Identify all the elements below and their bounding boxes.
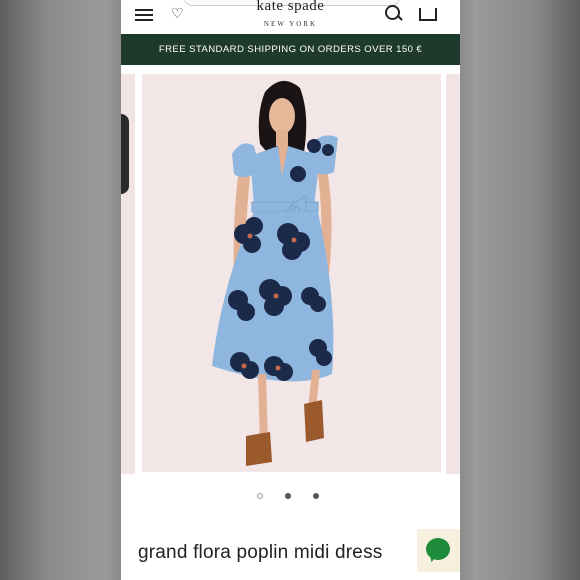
- bag-icon[interactable]: [419, 8, 437, 21]
- top-nav-bar: ♡ kate spade NEW YORK: [121, 0, 460, 34]
- phone-screen: ♡ kate spade NEW YORK FREE STANDARD SHIP…: [121, 0, 460, 580]
- carousel-pagination: [121, 493, 460, 503]
- product-title: grand flora poplin midi dress: [138, 542, 383, 563]
- search-icon[interactable]: [385, 5, 400, 20]
- next-slide-peek[interactable]: [446, 74, 460, 474]
- carousel-dot-3[interactable]: [313, 493, 319, 499]
- brand-logo[interactable]: kate spade: [121, 0, 460, 15]
- model-in-dress-illustration: [142, 74, 441, 472]
- banner-spacer: [121, 65, 460, 74]
- previous-slide-peek[interactable]: [121, 74, 135, 474]
- previous-slide-model: [121, 114, 129, 194]
- chat-button[interactable]: [417, 529, 460, 572]
- product-image[interactable]: [142, 74, 441, 472]
- shipping-banner[interactable]: FREE STANDARD SHIPPING ON ORDERS OVER 15…: [121, 34, 460, 65]
- chat-bubble-icon: [426, 538, 450, 560]
- product-image-carousel[interactable]: [121, 74, 460, 474]
- carousel-dot-1[interactable]: [257, 493, 263, 499]
- brand-logo-subtitle: NEW YORK: [263, 20, 318, 28]
- carousel-dot-2[interactable]: [285, 493, 291, 499]
